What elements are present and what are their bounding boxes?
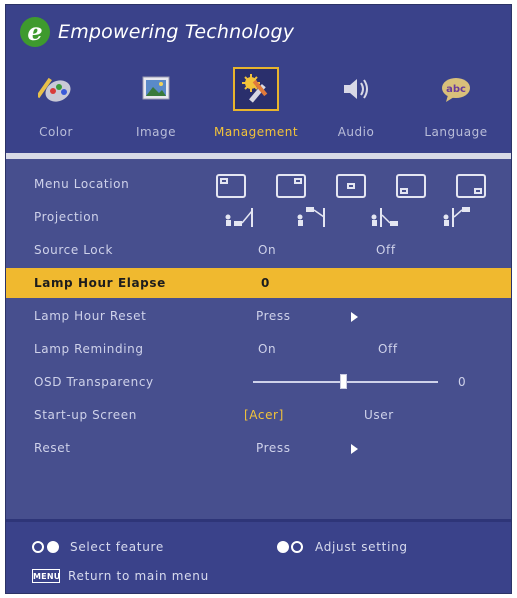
empowering-logo-icon: e	[20, 17, 50, 47]
adjust-setting-hint: Adjust setting	[315, 540, 408, 554]
play-arrow-icon[interactable]	[351, 312, 358, 322]
tab-color-label: Color	[39, 125, 73, 139]
svg-text:abc: abc	[446, 84, 466, 95]
lamp-reminding-label: Lamp Reminding	[34, 342, 144, 356]
tab-image[interactable]: Image	[106, 61, 206, 153]
startup-screen-user-option[interactable]: User	[364, 407, 394, 423]
brand-header: e Empowering Technology	[6, 5, 511, 61]
row-source-lock[interactable]: Source Lock On Off	[6, 235, 511, 265]
row-projection[interactable]: Projection	[6, 202, 511, 232]
wrench-screwdriver-icon	[242, 74, 268, 103]
play-arrow-icon[interactable]	[351, 444, 358, 454]
source-lock-label: Source Lock	[34, 243, 113, 257]
return-main-menu-hint: Return to main menu	[68, 569, 209, 583]
tab-language-label: Language	[424, 125, 488, 139]
image-icon	[142, 76, 170, 100]
projection-front-desk-icon[interactable]	[224, 205, 258, 229]
menu-location-label: Menu Location	[34, 177, 130, 191]
management-menu: Menu Location Projection Source Lock On …	[6, 159, 511, 519]
menu-location-top-right-icon[interactable]	[276, 174, 306, 198]
row-lamp-reminding[interactable]: Lamp Reminding On Off	[6, 334, 511, 364]
up-button-icon	[32, 541, 44, 553]
lamp-hour-reset-press[interactable]: Press	[256, 308, 291, 324]
menu-location-bottom-right-icon[interactable]	[456, 174, 486, 198]
speaker-icon	[344, 79, 368, 99]
tab-color[interactable]: Color	[6, 61, 106, 153]
row-startup-screen[interactable]: Start-up Screen [Acer] User	[6, 400, 511, 430]
row-lamp-hour-reset[interactable]: Lamp Hour Reset Press	[6, 301, 511, 331]
projection-label: Projection	[34, 210, 100, 224]
reset-press[interactable]: Press	[256, 440, 291, 456]
tab-language[interactable]: abc Language	[406, 61, 506, 153]
tab-management[interactable]: Management	[206, 61, 306, 153]
tab-audio-label: Audio	[337, 125, 375, 139]
lamp-hour-elapse-label: Lamp Hour Elapse	[34, 276, 166, 290]
source-lock-off-option[interactable]: Off	[376, 242, 396, 258]
menu-location-bottom-left-icon[interactable]	[396, 174, 426, 198]
startup-screen-label: Start-up Screen	[34, 408, 137, 422]
osd-footer: Select feature Adjust setting MENU Retur…	[6, 519, 511, 593]
startup-screen-acer-option[interactable]: [Acer]	[244, 407, 284, 423]
lamp-reminding-off-option[interactable]: Off	[378, 341, 398, 357]
menu-location-top-left-icon[interactable]	[216, 174, 246, 198]
osd-transparency-value: 0	[458, 375, 467, 389]
projection-rear-ceiling-icon[interactable]	[442, 205, 476, 229]
row-osd-transparency[interactable]: OSD Transparency 0	[6, 367, 511, 397]
row-lamp-hour-elapse[interactable]: Lamp Hour Elapse 0	[6, 268, 511, 298]
projector-osd-menu: e Empowering Technology Color Image Mana…	[5, 4, 512, 594]
source-lock-on-option[interactable]: On	[258, 242, 276, 258]
osd-transparency-label: OSD Transparency	[34, 375, 154, 389]
tab-management-label: Management	[213, 125, 299, 139]
color-palette-icon	[38, 77, 71, 102]
reset-label: Reset	[34, 441, 71, 455]
osd-transparency-slider-handle[interactable]	[340, 374, 347, 389]
language-abc-icon: abc	[442, 78, 470, 102]
row-reset[interactable]: Reset Press	[6, 433, 511, 463]
left-button-icon	[277, 541, 289, 553]
tab-audio[interactable]: Audio	[306, 61, 406, 153]
projection-rear-desk-icon[interactable]	[370, 205, 404, 229]
tab-image-label: Image	[135, 125, 177, 139]
lamp-hour-elapse-value: 0	[261, 276, 270, 290]
select-feature-hint: Select feature	[70, 540, 164, 554]
category-tabs: Color Image Management Audio abc Languag…	[6, 61, 511, 153]
down-button-icon	[47, 541, 59, 553]
projection-front-ceiling-icon[interactable]	[296, 205, 330, 229]
lamp-hour-reset-label: Lamp Hour Reset	[34, 309, 147, 323]
right-button-icon	[291, 541, 303, 553]
menu-key-icon: MENU	[32, 569, 60, 583]
menu-location-center-icon[interactable]	[336, 174, 366, 198]
row-menu-location[interactable]: Menu Location	[6, 169, 511, 199]
lamp-reminding-on-option[interactable]: On	[258, 341, 276, 357]
brand-title: Empowering Technology	[58, 21, 295, 43]
